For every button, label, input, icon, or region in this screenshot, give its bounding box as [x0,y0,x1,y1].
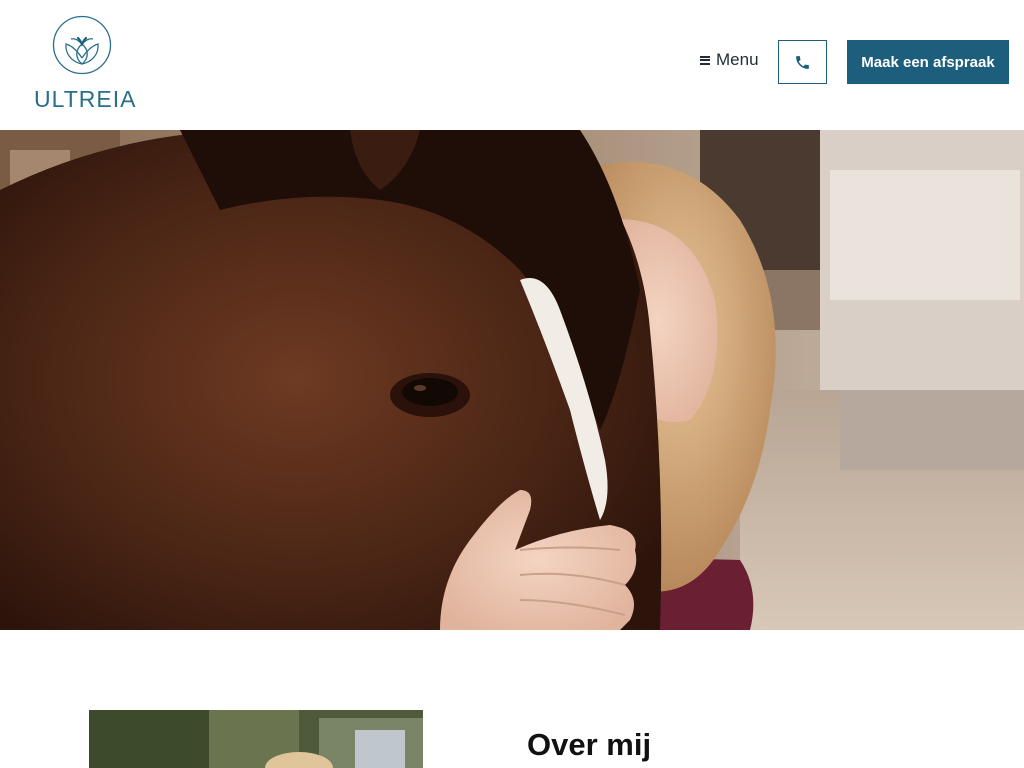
hero-image [0,130,1024,630]
menu-button[interactable]: Menu [700,48,759,72]
about-portrait-image [89,710,423,768]
logo-link[interactable]: ULTREIA [34,14,137,116]
logo-text: ULTREIA [34,86,137,112]
lotus-icon [52,15,112,75]
portrait-photo [89,710,423,768]
make-appointment-button[interactable]: Maak een afspraak [847,40,1009,84]
hamburger-icon [700,55,710,65]
about-title: Over mij [527,727,652,762]
menu-label: Menu [716,50,759,69]
woman-with-horse-photo [0,130,1024,630]
phone-icon [796,55,809,69]
phone-button[interactable] [778,40,827,84]
site-header: ULTREIA Menu Maak een afspraak [0,0,1024,130]
